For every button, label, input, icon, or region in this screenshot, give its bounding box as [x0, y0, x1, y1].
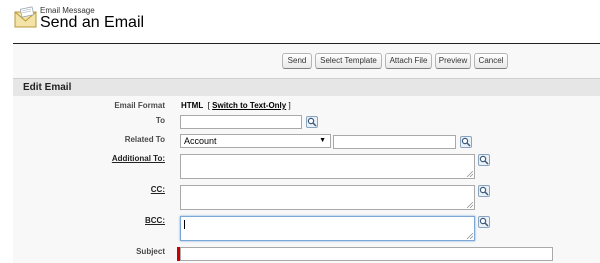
email-edit-panel: Send Select Template Attach File Preview… [13, 44, 600, 263]
related-to-type-value: Account [184, 136, 217, 146]
subject-label: Subject [136, 247, 165, 256]
text-cursor [184, 220, 185, 229]
subject-input[interactable] [180, 247, 553, 261]
email-format-label: Email Format [114, 101, 165, 110]
cancel-button[interactable]: Cancel [474, 53, 508, 69]
attach-file-button[interactable]: Attach File [385, 53, 432, 69]
to-label: To [155, 116, 165, 125]
email-format-value-group: HTML [ Switch to Text-Only ] [181, 101, 291, 110]
dropdown-arrow-icon: ▼ [319, 137, 326, 144]
bracket-close: ] [288, 101, 291, 110]
related-to-type-select[interactable]: Account ▼ [180, 134, 331, 148]
bracket-open: [ [207, 101, 210, 110]
bcc-textarea[interactable] [180, 216, 475, 241]
switch-to-text-link[interactable]: Switch to Text-Only [212, 101, 286, 110]
email-format-value: HTML [181, 101, 204, 110]
resize-grip-icon[interactable] [467, 202, 473, 208]
related-to-label: Related To [124, 135, 165, 144]
bcc-label[interactable]: BCC: [145, 216, 165, 225]
section-header: Edit Email [13, 78, 600, 96]
additional-to-textarea[interactable] [180, 154, 475, 179]
cc-textarea[interactable] [180, 185, 475, 210]
cc-lookup-icon[interactable] [478, 185, 490, 197]
cc-label[interactable]: CC: [151, 185, 165, 194]
button-row: Send Select Template Attach File Preview… [13, 53, 600, 71]
section-title: Edit Email [23, 82, 72, 93]
additional-to-label[interactable]: Additional To: [112, 154, 165, 163]
resize-grip-icon[interactable] [467, 233, 473, 239]
send-button[interactable]: Send [282, 53, 312, 69]
additional-to-lookup-icon[interactable] [478, 154, 490, 166]
envelope-icon [14, 6, 37, 28]
resize-grip-icon[interactable] [467, 171, 473, 177]
select-template-button[interactable]: Select Template [315, 53, 382, 69]
bcc-lookup-icon[interactable] [478, 216, 490, 228]
preview-button[interactable]: Preview [435, 53, 471, 69]
page-title: Send an Email [40, 14, 145, 31]
related-to-lookup-icon[interactable] [460, 136, 472, 148]
to-lookup-icon[interactable] [306, 116, 318, 128]
to-input[interactable] [180, 115, 302, 129]
related-to-input[interactable] [333, 135, 456, 149]
page-header: Email Message Send an Email [0, 0, 600, 45]
